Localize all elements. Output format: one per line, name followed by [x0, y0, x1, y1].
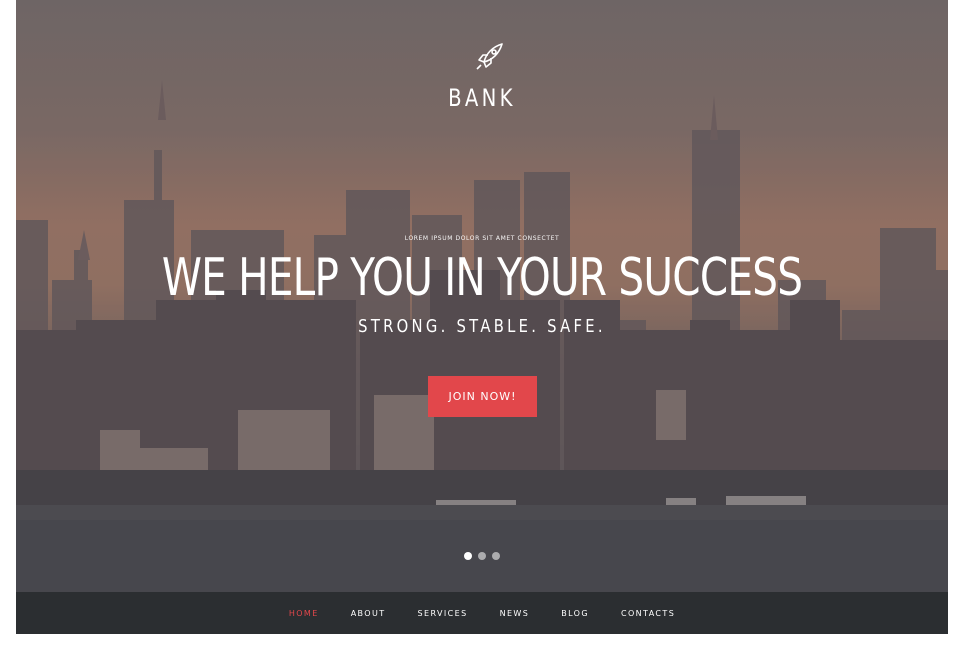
- page: BANK LOREM IPSUM DOLOR SIT AMET CONSECTE…: [0, 0, 965, 649]
- join-now-button[interactable]: JOIN NOW!: [428, 376, 537, 417]
- main-navigation: HOME ABOUT SERVICES NEWS BLOG CONTACTS: [16, 592, 948, 634]
- nav-item-about[interactable]: ABOUT: [335, 609, 402, 618]
- slider-dot-3[interactable]: [492, 552, 500, 560]
- slider-pagination: [16, 552, 948, 560]
- hero-slider: BANK LOREM IPSUM DOLOR SIT AMET CONSECTE…: [16, 0, 948, 592]
- slider-dot-1[interactable]: [464, 552, 472, 560]
- hero-tagline: LOREM IPSUM DOLOR SIT AMET CONSECTET: [404, 235, 560, 242]
- hero-subheadline: STRONG. STABLE. SAFE.: [358, 316, 606, 337]
- slider-dot-2[interactable]: [478, 552, 486, 560]
- nav-item-services[interactable]: SERVICES: [402, 609, 484, 618]
- nav-menu: HOME ABOUT SERVICES NEWS BLOG CONTACTS: [273, 609, 691, 618]
- hero-headline: WE HELP YOU IN YOUR SUCCESS: [161, 248, 803, 308]
- nav-item-home[interactable]: HOME: [273, 609, 335, 618]
- nav-item-blog[interactable]: BLOG: [545, 609, 605, 618]
- nav-item-contacts[interactable]: CONTACTS: [605, 609, 691, 618]
- nav-item-news[interactable]: NEWS: [484, 609, 546, 618]
- rocket-icon: [472, 40, 506, 74]
- brand-name[interactable]: BANK: [100, 84, 864, 112]
